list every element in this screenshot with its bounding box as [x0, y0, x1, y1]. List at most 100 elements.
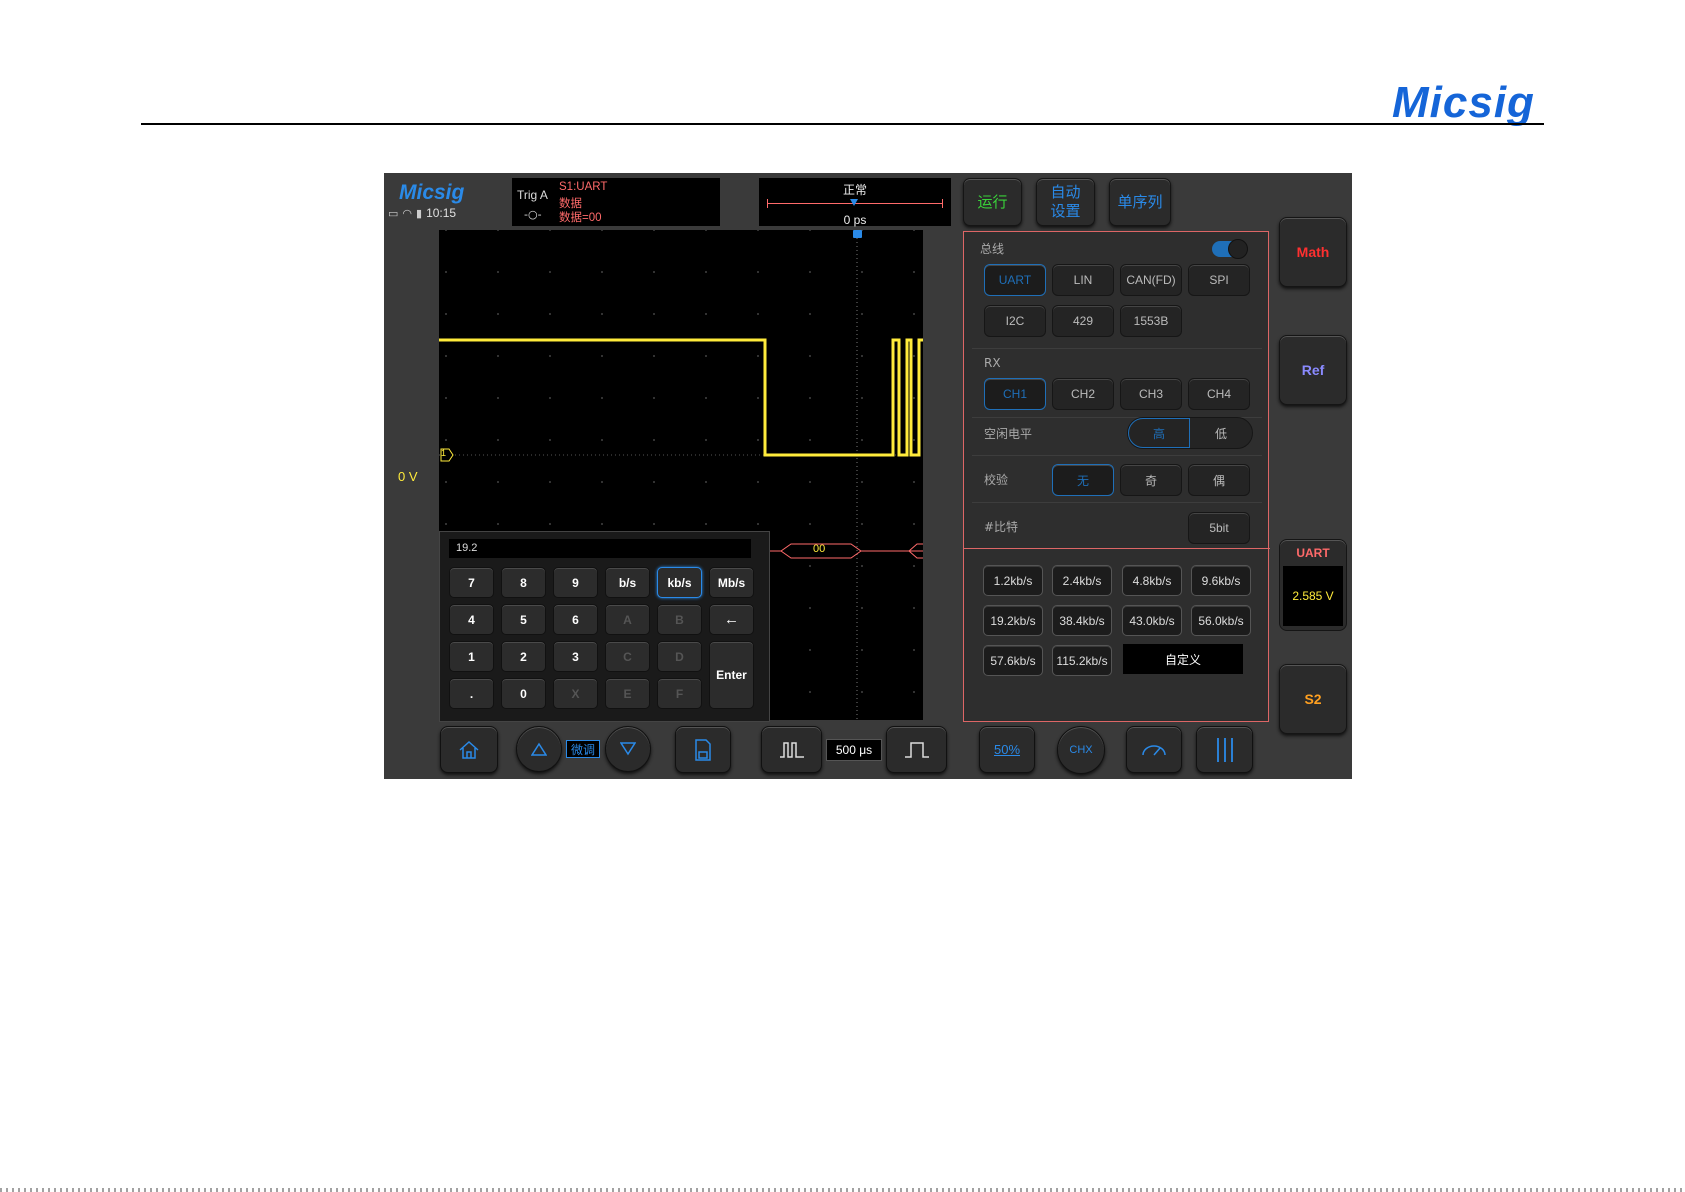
fine-adjust-label[interactable]: 微调: [566, 740, 600, 758]
key-3[interactable]: 3: [553, 641, 598, 672]
timebase-indicator[interactable]: 正常 0 ps: [759, 178, 951, 227]
run-button[interactable]: 运行: [963, 178, 1022, 226]
baud-43.0k[interactable]: 43.0kb/s: [1122, 605, 1182, 636]
baud-9.6k[interactable]: 9.6kb/s: [1191, 565, 1251, 596]
idle-low-option[interactable]: 低: [1190, 418, 1252, 448]
auto-measure-button[interactable]: [1126, 726, 1182, 773]
key-1[interactable]: 1: [449, 641, 494, 672]
key-0[interactable]: 0: [501, 678, 546, 709]
micsig-logo: Micsig: [1392, 78, 1535, 127]
bus-settings-panel: 总线 UART LIN CAN(FD) SPI I2C 429 1553B RX…: [963, 231, 1270, 722]
baud-57.6k[interactable]: 57.6kb/s: [983, 645, 1043, 676]
timebase-decrease-button[interactable]: [761, 726, 822, 773]
baud-4.8k[interactable]: 4.8kb/s: [1122, 565, 1182, 596]
triangle-down-icon: [620, 742, 636, 756]
battery-icon: ▮: [416, 207, 423, 220]
key-2[interactable]: 2: [501, 641, 546, 672]
timebase-increase-button[interactable]: [886, 726, 947, 773]
fine-down-button[interactable]: [605, 726, 651, 772]
key-b[interactable]: B: [657, 604, 702, 635]
key-mbps[interactable]: Mb/s: [709, 567, 754, 598]
memory-bar-left: [767, 199, 768, 208]
rx-ch2-button[interactable]: CH2: [1052, 378, 1114, 410]
channel-select-button[interactable]: CHX: [1057, 726, 1105, 774]
key-kbps[interactable]: kb/s: [657, 567, 702, 598]
bits-label: #比特: [984, 520, 1019, 534]
uart-channel-button[interactable]: UART 2.585 V: [1279, 539, 1347, 631]
divider: [972, 348, 1262, 349]
custom-baud-button[interactable]: 自定义: [1123, 644, 1243, 674]
bus-i2c-button[interactable]: I2C: [984, 305, 1046, 337]
triangle-up-icon: [531, 742, 547, 756]
key-bps[interactable]: b/s: [605, 567, 650, 598]
key-4[interactable]: 4: [449, 604, 494, 635]
bus-spi-button[interactable]: SPI: [1188, 264, 1250, 296]
key-a[interactable]: A: [605, 604, 650, 635]
parity-even-button[interactable]: 偶: [1188, 464, 1250, 496]
bus-uart-button[interactable]: UART: [984, 264, 1046, 296]
keypad-display: 19.2: [449, 539, 751, 558]
parity-none-button[interactable]: 无: [1052, 464, 1114, 496]
parity-odd-button[interactable]: 奇: [1120, 464, 1182, 496]
baud-38.4k[interactable]: 38.4kb/s: [1052, 605, 1112, 636]
key-6[interactable]: 6: [553, 604, 598, 635]
enter-key[interactable]: Enter: [709, 641, 754, 709]
horizontal-offset: 0 ps: [843, 213, 867, 227]
bus-429-button[interactable]: 429: [1052, 305, 1114, 337]
idle-level-switch[interactable]: 高 低: [1127, 417, 1253, 449]
chx-label: CHX: [1069, 744, 1093, 756]
bus-can-button[interactable]: CAN(FD): [1120, 264, 1182, 296]
idle-level-label: 空闲电平: [984, 427, 1033, 441]
oscilloscope-screen: Micsig ▭ ◠ ▮ 10:15 Trig A -○- S1:UART 数据…: [384, 173, 1352, 779]
key-5[interactable]: 5: [501, 604, 546, 635]
clock: 10:15: [426, 206, 457, 220]
baud-19.2k[interactable]: 19.2kb/s: [983, 605, 1043, 636]
home-button[interactable]: [440, 726, 498, 773]
bus-label: 总线: [980, 242, 1005, 256]
parity-label: 校验: [984, 473, 1009, 487]
key-x[interactable]: X: [553, 678, 598, 709]
bus-lin-button[interactable]: LIN: [1052, 264, 1114, 296]
uart-threshold-value: 2.585 V: [1283, 566, 1343, 626]
bus-enable-toggle[interactable]: [1212, 239, 1248, 259]
cursor-button[interactable]: [1196, 726, 1253, 773]
baud-1.2k[interactable]: 1.2kb/s: [983, 565, 1043, 596]
bus-1553b-button[interactable]: 1553B: [1120, 305, 1182, 337]
trigger-info[interactable]: Trig A -○- S1:UART 数据 数据=00: [512, 178, 720, 226]
auto-setup-button[interactable]: 自动 设置: [1036, 178, 1095, 226]
math-button[interactable]: Math: [1279, 217, 1347, 287]
channel-1-marker[interactable]: 1: [441, 448, 446, 458]
trigger-50-percent-button[interactable]: 50%: [979, 726, 1035, 773]
rx-ch1-button[interactable]: CH1: [984, 378, 1046, 410]
fine-up-button[interactable]: [516, 726, 562, 772]
key-e[interactable]: E: [605, 678, 650, 709]
save-button[interactable]: [675, 726, 731, 773]
bits-value-button[interactable]: 5bit: [1188, 512, 1250, 544]
scope-logo: Micsig: [399, 181, 465, 204]
baud-56.0k[interactable]: 56.0kb/s: [1191, 605, 1251, 636]
trigger-source: S1:UART: [559, 181, 608, 193]
rx-ch3-button[interactable]: CH3: [1120, 378, 1182, 410]
monitor-icon: ▭: [388, 207, 399, 220]
key-f[interactable]: F: [657, 678, 702, 709]
status-bar: ▭ ◠ ▮ 10:15: [388, 206, 456, 220]
key-dot[interactable]: .: [449, 678, 494, 709]
baud-2.4k[interactable]: 2.4kb/s: [1052, 565, 1112, 596]
header-rule: [141, 123, 1544, 125]
backspace-key[interactable]: ←: [709, 604, 754, 635]
key-7[interactable]: 7: [449, 567, 494, 598]
single-sequence-button[interactable]: 单序列: [1109, 178, 1171, 226]
ref-button[interactable]: Ref: [1279, 335, 1347, 405]
key-d[interactable]: D: [657, 641, 702, 672]
key-c[interactable]: C: [605, 641, 650, 672]
wifi-icon: ◠: [402, 207, 413, 220]
rx-ch4-button[interactable]: CH4: [1188, 378, 1250, 410]
key-8[interactable]: 8: [501, 567, 546, 598]
run-label: 运行: [977, 192, 1008, 211]
idle-high-option[interactable]: 高: [1128, 418, 1190, 448]
s2-button[interactable]: S2: [1279, 664, 1347, 734]
page-footer: [0, 1188, 1685, 1192]
key-9[interactable]: 9: [553, 567, 598, 598]
timebase-scale[interactable]: 500 μs: [826, 739, 882, 761]
baud-115.2k[interactable]: 115.2kb/s: [1052, 645, 1112, 676]
